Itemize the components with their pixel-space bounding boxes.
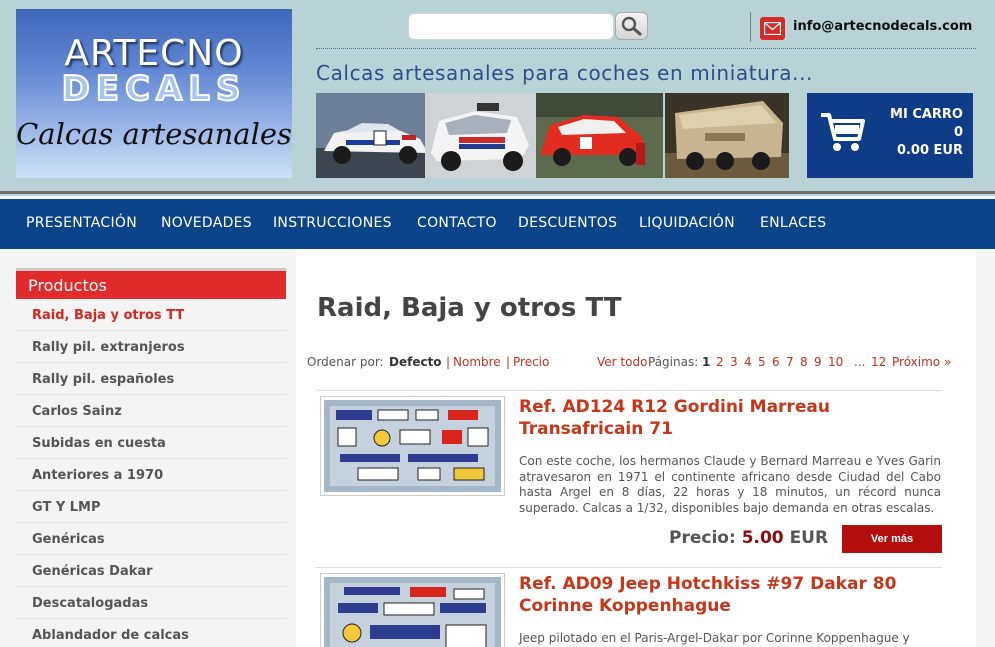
logo-line-artecno: ARTECNO: [64, 33, 244, 74]
cart-total: 0.00 EUR: [896, 143, 963, 158]
sidebar-item-raid[interactable]: Raid, Baja y otros TT: [16, 299, 286, 331]
sort-label: Ordenar por:: [307, 355, 384, 369]
page-link-1[interactable]: 1: [702, 355, 710, 369]
sidebar-item-label[interactable]: Subidas en cuesta: [32, 436, 166, 451]
category-list: Raid, Baja y otros TT Rally pil. extranj…: [16, 299, 286, 647]
sidebar-item-descatalogadas[interactable]: Descatalogadas: [16, 587, 286, 619]
cart-title: MI CARRO: [890, 107, 963, 122]
sidebar-header: Productos: [16, 268, 286, 299]
product-title[interactable]: Ref. AD09 Jeep Hotchkiss #97 Dakar 80 Co…: [519, 573, 939, 617]
sidebar-item-label[interactable]: Descatalogadas: [32, 596, 148, 611]
sidebar-item-label[interactable]: Raid, Baja y otros TT: [32, 308, 184, 323]
site-tagline: Calcas artesanales para coches en miniat…: [316, 61, 813, 85]
sidebar-item-label[interactable]: Rally pil. españoles: [32, 372, 174, 387]
nav-descuentos[interactable]: DESCUENTOS: [518, 215, 617, 231]
sidebar-item-label[interactable]: Ablandador de calcas: [32, 628, 189, 643]
sidebar-item-label[interactable]: Genéricas Dakar: [32, 564, 153, 579]
next-page-link[interactable]: Próximo »: [892, 355, 951, 369]
sidebar-item-ablandador[interactable]: Ablandador de calcas: [16, 619, 286, 647]
pages-label: Páginas:: [648, 355, 699, 369]
view-all-link[interactable]: Ver todo: [597, 355, 647, 369]
header-dotted-divider: [316, 48, 976, 49]
sort-separator: |: [506, 355, 511, 369]
red-rally-car-photo: [536, 93, 663, 178]
price-currency: EUR: [789, 528, 829, 548]
sidebar-item-subidas[interactable]: Subidas en cuesta: [16, 427, 286, 459]
raid-truck-photo: [425, 93, 536, 178]
sidebar-item-genericas[interactable]: Genéricas: [16, 523, 286, 555]
price-value: 5.00: [741, 528, 784, 548]
raid-truck-desert-photo: [665, 93, 789, 178]
product-sidebar: Productos Raid, Baja y otros TT Rally pi…: [16, 268, 286, 647]
sidebar-item-rally-extranjeros[interactable]: Rally pil. extranjeros: [16, 331, 286, 363]
shopping-cart[interactable]: MI CARRO 0 0.00 EUR: [807, 93, 973, 178]
mail-icon[interactable]: [760, 17, 785, 40]
nav-novedades[interactable]: NOVEDADES: [161, 215, 252, 231]
page-link-4[interactable]: 4: [744, 355, 752, 369]
product-thumbnail[interactable]: [320, 573, 505, 647]
sort-option-nombre[interactable]: Nombre: [453, 355, 501, 369]
sidebar-item-genericas-dakar[interactable]: Genéricas Dakar: [16, 555, 286, 587]
page-link-2[interactable]: 2: [716, 355, 724, 369]
sort-option-precio[interactable]: Precio: [513, 355, 549, 369]
product-description: Con este coche, los hermanos Claude y Be…: [519, 454, 941, 515]
nav-contacto[interactable]: CONTACTO: [417, 215, 497, 231]
product-thumbnail[interactable]: [320, 396, 505, 496]
rally-car-photo: [316, 93, 440, 178]
product-price: Precio: 5.00 EUR: [669, 528, 828, 548]
page-link-7[interactable]: 7: [786, 355, 794, 369]
sidebar-title: Productos: [28, 276, 107, 295]
site-header: ARTECNO DECALS Calcas artesanales info@a…: [0, 0, 995, 196]
sidebar-item-label[interactable]: Anteriores a 1970: [32, 468, 163, 483]
sidebar-item-rally-espanoles[interactable]: Rally pil. españoles: [16, 363, 286, 395]
page-link-5[interactable]: 5: [758, 355, 766, 369]
page-link-6[interactable]: 6: [772, 355, 780, 369]
main-content: Raid, Baja y otros TT Ordenar por: Defec…: [296, 249, 976, 647]
sidebar-item-label[interactable]: Carlos Sainz: [32, 404, 122, 419]
cart-item-count: 0: [953, 125, 963, 140]
page-link-8[interactable]: 8: [800, 355, 808, 369]
page-title: Raid, Baja y otros TT: [317, 293, 622, 323]
nav-enlaces[interactable]: ENLACES: [760, 215, 826, 231]
page-link-3[interactable]: 3: [730, 355, 738, 369]
logo-line-calcas: Calcas artesanales: [16, 117, 292, 151]
header-bottom-rule: [0, 191, 995, 194]
product-description: Jeep pilotado en el Paris-Argel-Dakar po…: [519, 631, 910, 645]
view-more-button[interactable]: Ver más: [842, 525, 942, 553]
header-divider: [750, 12, 751, 42]
page-link-12[interactable]: 12: [871, 355, 886, 369]
search-input[interactable]: [408, 13, 614, 40]
sort-separator: |: [446, 355, 451, 369]
cart-icon: [821, 113, 865, 151]
product-card: Ref. AD09 Jeep Hotchkiss #97 Dakar 80 Co…: [316, 567, 942, 647]
search-icon: [621, 16, 642, 36]
logo-line-decals: DECALS: [61, 68, 247, 110]
sidebar-item-label[interactable]: Genéricas: [32, 532, 105, 547]
page-link-9[interactable]: 9: [814, 355, 822, 369]
email-link[interactable]: info@artecnodecals.com: [793, 19, 972, 34]
nav-instrucciones[interactable]: INSTRUCCIONES: [273, 215, 392, 231]
main-nav: PRESENTACIÓN NOVEDADES INSTRUCCIONES CON…: [0, 199, 995, 249]
page-link-10[interactable]: 10: [828, 355, 843, 369]
product-title[interactable]: Ref. AD124 R12 Gordini Marreau Transafri…: [519, 396, 939, 440]
sidebar-item-label[interactable]: Rally pil. extranjeros: [32, 340, 185, 355]
sidebar-item-gt-lmp[interactable]: GT Y LMP: [16, 491, 286, 523]
nav-presentacion[interactable]: PRESENTACIÓN: [26, 215, 137, 231]
sort-option-defecto[interactable]: Defecto: [389, 355, 442, 369]
product-card: Ref. AD124 R12 Gordini Marreau Transafri…: [316, 390, 942, 568]
sidebar-item-label[interactable]: GT Y LMP: [32, 500, 101, 515]
nav-liquidacion[interactable]: LIQUIDACIÓN: [639, 215, 735, 231]
search-button[interactable]: [615, 12, 648, 40]
sidebar-item-anteriores[interactable]: Anteriores a 1970: [16, 459, 286, 491]
pagination-ellipsis: ...: [854, 355, 866, 369]
site-logo[interactable]: ARTECNO DECALS Calcas artesanales: [16, 9, 292, 178]
sidebar-item-carlos-sainz[interactable]: Carlos Sainz: [16, 395, 286, 427]
price-label: Precio:: [669, 528, 736, 548]
